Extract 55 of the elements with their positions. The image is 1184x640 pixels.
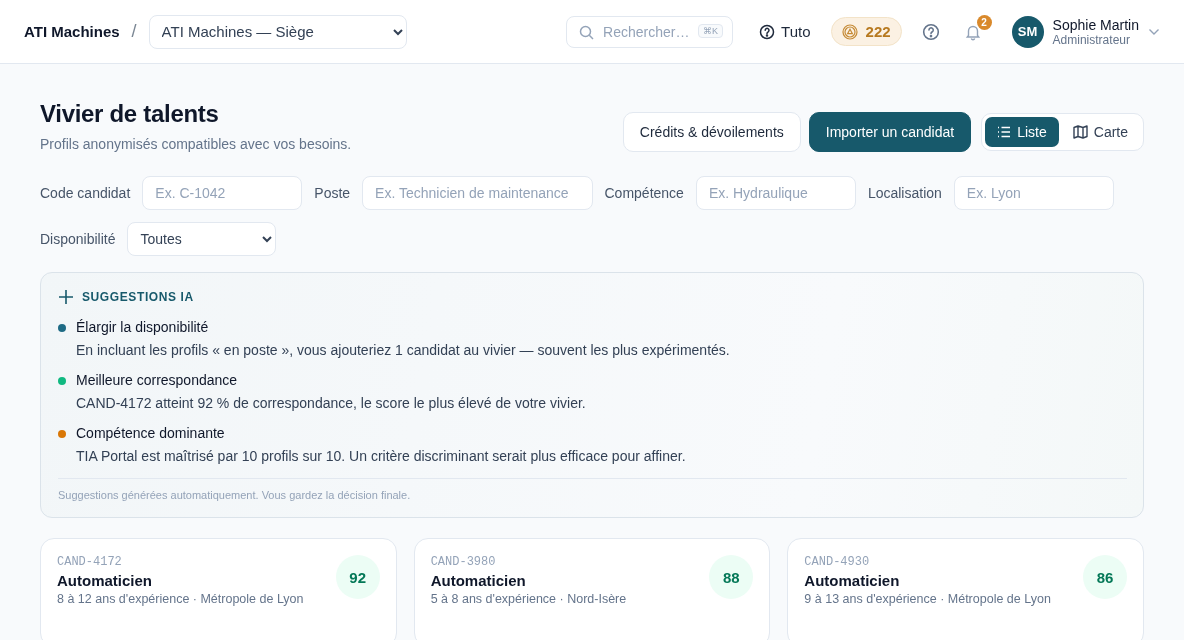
- match-score: 88: [709, 555, 754, 599]
- filter-field[interactable]: Ex. Hydraulique: [695, 176, 856, 210]
- filter-label: Code candidat: [40, 185, 131, 201]
- user-avatar: SM: [1011, 15, 1044, 48]
- suggestion-text: TIA Portal est maîtrisé par 10 profils sur 10. Un critère discriminant serait plus efficace pour affiner.: [76, 448, 687, 464]
- candidate-code: CAND-4930: [804, 555, 871, 569]
- import-button[interactable]: Importer un candidat: [808, 112, 972, 152]
- suggestion-title: Compétence dominante: [76, 425, 226, 441]
- breadcrumb-separator: /: [131, 21, 137, 42]
- suggestion-title: Élargir la disponibilité: [76, 319, 210, 335]
- page-title: Vivier de talents: [40, 100, 220, 128]
- user-menu[interactable]: SM Sophie Martin Administrateur: [1011, 15, 1160, 48]
- candidate-card[interactable]: CAND-4172 Automaticien 8 à 12 ans d'expérience · Métropole de Lyon 92: [40, 538, 397, 640]
- suggestion-title: Meilleure correspondance: [76, 372, 239, 388]
- view-tab[interactable]: Liste: [985, 117, 1059, 147]
- filter-field[interactable]: Ex. Lyon: [953, 176, 1114, 210]
- help-icon: [921, 22, 940, 41]
- help-icon: [759, 23, 776, 40]
- filter-label: Disponibilité: [40, 231, 116, 247]
- candidate-meta: 8 à 12 ans d'expérience · Métropole de Lyon: [57, 592, 304, 606]
- candidate-meta: 9 à 13 ans d'expérience · Métropole de Lyon: [804, 592, 1051, 606]
- page-subtitle: Profils anonymisés compatibles avec vos besoins.: [40, 136, 352, 152]
- list-icon: [997, 126, 1012, 138]
- filter-field[interactable]: Ex. C-1042: [142, 176, 303, 210]
- availability-select[interactable]: Toutes: [127, 222, 277, 256]
- search-icon: [579, 24, 595, 40]
- map-icon: [1072, 125, 1088, 139]
- filter-label: Poste: [314, 185, 351, 201]
- suggestions-title: SUGGESTIONS IA: [82, 290, 194, 304]
- candidate-title: Automaticien: [57, 572, 153, 589]
- suggestion-text: CAND-4172 atteint 92 % de correspondance, le score le plus élevé de votre vivier.: [76, 395, 587, 411]
- filter-field[interactable]: Ex. Technicien de maintenance: [362, 176, 593, 210]
- user-role: Administrateur: [1052, 32, 1131, 47]
- notification-count: 2: [976, 14, 992, 30]
- suggestion-text: En incluant les profils « en poste », vous ajouteriez 1 candidat au vivier — souvent les plus expérimentés.: [76, 342, 731, 358]
- match-score: 92: [335, 555, 380, 599]
- coin-icon: [841, 23, 858, 40]
- candidate-title: Automaticien: [430, 572, 527, 589]
- candidate-title: Automaticien: [804, 572, 901, 589]
- user-name: Sophie Martin: [1052, 16, 1139, 33]
- candidate-code: CAND-3980: [430, 555, 497, 569]
- tutorial-button[interactable]: Tuto: [753, 22, 817, 41]
- suggestions-footnote: Suggestions générées automatiquement. Vous gardez la décision finale.: [58, 478, 1127, 501]
- filter-label: Compétence: [604, 185, 684, 201]
- filter-label: Localisation: [867, 185, 942, 201]
- organization-select[interactable]: ATI Machines — Siège: [148, 14, 407, 49]
- candidate-meta: 5 à 8 ans d'expérience · Nord-Isère: [430, 592, 627, 606]
- view-tab[interactable]: Carte: [1060, 117, 1140, 147]
- brand-name: ATI Machines: [24, 23, 120, 40]
- candidate-code: CAND-4172: [57, 555, 123, 569]
- credits-button[interactable]: Crédits & dévoilements: [622, 112, 801, 152]
- candidate-card[interactable]: CAND-4930 Automaticien 9 à 13 ans d'expérience · Métropole de Lyon 86: [787, 538, 1144, 640]
- chevron-down-icon: [1148, 27, 1160, 36]
- candidate-card[interactable]: CAND-3980 Automaticien 5 à 8 ans d'expérience · Nord-Isère 88: [413, 538, 771, 640]
- match-score: 86: [1083, 555, 1127, 599]
